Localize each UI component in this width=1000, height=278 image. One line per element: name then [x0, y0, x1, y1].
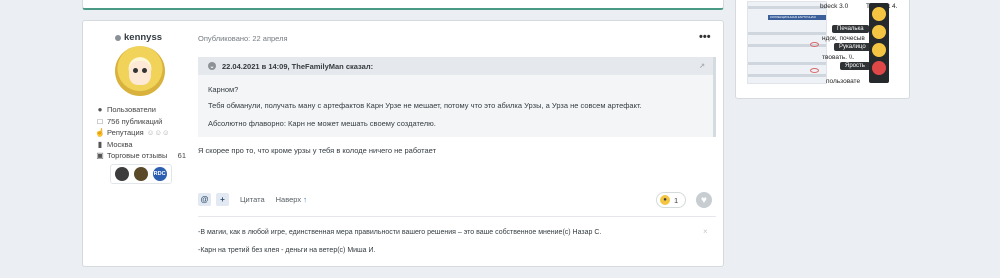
quote-line: Карном?: [208, 85, 239, 94]
thumbs-up-icon: ☝: [95, 128, 105, 137]
more-options-icon[interactable]: •••: [699, 31, 711, 43]
back-to-top-link[interactable]: Наверх ↑: [276, 195, 307, 204]
quote-toggle-icon[interactable]: ⌄: [208, 62, 216, 70]
signature-line: -В магии, как в любой игре, единственная…: [198, 229, 602, 236]
signature-line: -Карн на третий без клея - деньги на вет…: [198, 247, 376, 254]
author-name[interactable]: kennyss: [115, 32, 162, 43]
author-trade-reviews[interactable]: ▣ Торговые отзывы 61: [96, 151, 186, 160]
sidebar-thumbnail[interactable]: КОЛЛЕКЦИОННАЯ КАРТОЧНАЯ: [747, 1, 827, 84]
tooltip-facepalm: Рукалицо: [834, 43, 871, 51]
sidebar-widget: КОЛЛЕКЦИОННАЯ КАРТОЧНАЯ bdeck 3.0 Topdec…: [735, 0, 910, 99]
multiquote-button[interactable]: +: [216, 193, 229, 206]
building-icon: ▮: [97, 140, 103, 149]
author-reputation: ☝ Репутация ☺☺☺: [95, 128, 170, 137]
forum-post: kennyss ● Пользователи □ 756 публикаций …: [82, 20, 724, 267]
author-panel: kennyss ● Пользователи □ 756 публикаций …: [83, 21, 187, 266]
tooltip-sad: Печалька: [832, 25, 869, 33]
users-icon: ●: [97, 105, 103, 114]
award-badge-icon[interactable]: [133, 167, 148, 181]
sidebar-label: твовать. \\.: [822, 54, 855, 61]
emoji-icon[interactable]: [872, 25, 886, 39]
published-date: Опубликовано: 22 апреля: [198, 34, 288, 43]
emoji-reaction-strip: [869, 3, 889, 83]
react-heart-button[interactable]: ♥: [696, 192, 712, 208]
tooltip-rage: Ярость: [840, 62, 870, 70]
quote-line: Тебя обманули, получать ману с артефакто…: [208, 101, 642, 110]
award-badge-icon[interactable]: [115, 167, 130, 181]
emoji-icon[interactable]: [872, 43, 886, 57]
sidebar-label: пользовате: [826, 78, 861, 85]
close-signature-icon[interactable]: ×: [703, 227, 708, 236]
quote-line: Абсолютно флаворно: Карн не может мешать…: [208, 119, 436, 128]
author-posts: □ 756 публикаций: [97, 117, 163, 126]
emoji-icon[interactable]: [872, 7, 886, 21]
arrow-up-icon: ↑: [303, 195, 307, 204]
sidebar-ad-banner: КОЛЛЕКЦИОННАЯ КАРТОЧНАЯ: [768, 15, 826, 20]
avatar[interactable]: [115, 46, 165, 96]
quote-block: ⌄ 22.04.2021 в 14:09, TheFamilyMan сказа…: [198, 57, 716, 137]
mention-button[interactable]: @: [198, 193, 211, 206]
thinking-emoji-icon: ●: [660, 195, 670, 205]
offline-status-icon: [115, 34, 121, 41]
post-actions: @ + Цитата Наверх ↑: [198, 193, 307, 206]
quote-source-link-icon[interactable]: ↗: [699, 62, 705, 70]
id-card-icon: ▣: [96, 151, 104, 160]
reaction-summary[interactable]: ● 1: [656, 192, 686, 208]
author-location: ▮ Москва: [97, 140, 133, 149]
award-badge-rdc[interactable]: RDC: [152, 167, 167, 181]
post-text: Я скорее про то, что кроме урзы у тебя в…: [198, 146, 437, 155]
reputation-marks: ☺☺☺: [146, 128, 170, 137]
quote-button[interactable]: Цитата: [240, 195, 265, 204]
emoji-icon[interactable]: [872, 61, 886, 75]
previous-post-card: [82, 0, 724, 10]
author-group: ● Пользователи: [97, 105, 156, 114]
sidebar-label: bdeck 3.0: [820, 3, 849, 10]
sidebar-label: ндок, почесыв: [822, 35, 865, 42]
awards-row: RDC: [110, 164, 172, 184]
signature-divider: [198, 216, 716, 217]
comment-icon: □: [97, 117, 103, 126]
quote-header: ⌄ 22.04.2021 в 14:09, TheFamilyMan сказа…: [198, 57, 713, 75]
